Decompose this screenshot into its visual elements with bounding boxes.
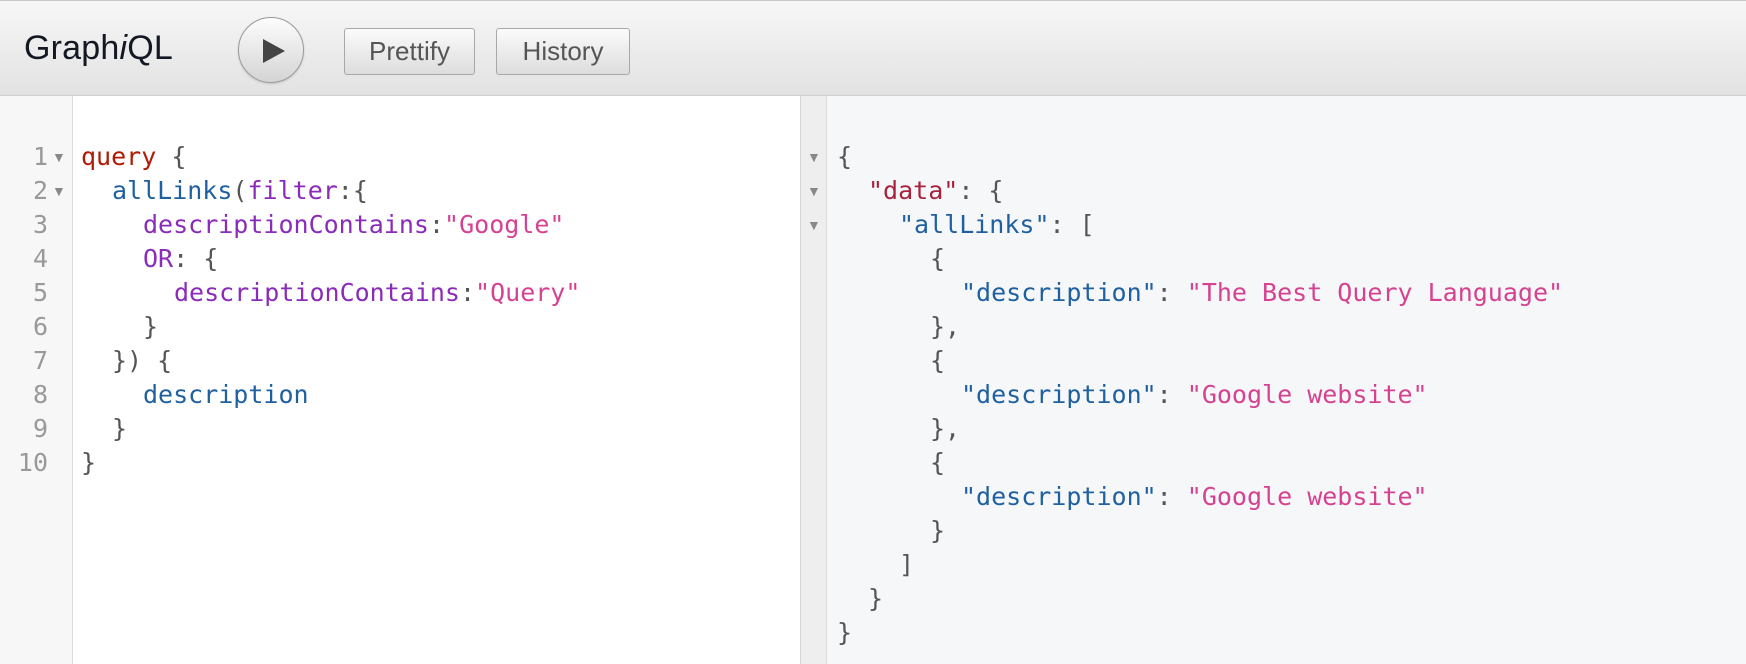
query-editor[interactable]: 1 ▼ query {2 ▼ allLinks(filter:{3 description… <box>0 96 800 664</box>
query-code-line: descriptionContains:"Query" <box>174 276 580 310</box>
query-code-line: } <box>112 412 127 446</box>
code-token: ( <box>232 176 248 205</box>
line-number: 8 <box>32 380 48 409</box>
code-token: filter <box>247 176 338 205</box>
result-code-line: ] <box>899 548 914 582</box>
prettify-button[interactable]: Prettify <box>344 28 475 75</box>
toolbar: GraphiQL Prettify History <box>0 0 1746 96</box>
logo-text-ql: QL <box>127 29 174 67</box>
code-token: } <box>837 618 853 647</box>
execute-query-button[interactable] <box>238 17 304 83</box>
result-code-line: { <box>930 344 945 378</box>
line-number: 3 <box>32 210 48 239</box>
code-token: { <box>156 142 187 171</box>
line-number: 1 <box>32 142 48 171</box>
result-code-line: "description": "Google website" <box>961 480 1428 514</box>
code-token: { <box>837 142 853 171</box>
code-token: "description" <box>961 380 1157 409</box>
code-token: }, <box>930 414 961 443</box>
result-code-line: "data": { <box>868 174 1003 208</box>
result-code-line: { <box>930 242 945 276</box>
code-token: "Google" <box>444 210 565 239</box>
code-token: } <box>81 448 97 477</box>
line-number: 10 <box>17 448 48 477</box>
result-code-line: } <box>868 582 883 616</box>
code-token: :{ <box>337 176 368 205</box>
code-token: } <box>930 516 946 545</box>
code-token: ] <box>899 550 915 579</box>
code-token: } <box>868 584 884 613</box>
code-token: : { <box>173 244 219 273</box>
code-token: query <box>81 142 157 171</box>
line-number: 4 <box>32 244 48 273</box>
result-code-line: } <box>930 514 945 548</box>
code-token: { <box>930 448 946 477</box>
result-code-line: { <box>930 446 945 480</box>
code-token: : <box>1156 380 1187 409</box>
line-number: 9 <box>32 414 48 443</box>
code-token: } <box>143 312 159 341</box>
fold-arrow-icon[interactable]: ▼ <box>807 183 821 199</box>
code-token: "description" <box>961 278 1157 307</box>
code-token: : <box>428 210 445 239</box>
graphiql-logo: GraphiQL <box>24 29 173 68</box>
result-code-line: "description": "The Best Query Language" <box>961 276 1563 310</box>
result-viewer: ▼{▼ "data": {▼ "allLinks": [{"description"… <box>807 96 1746 664</box>
code-token: : [ <box>1049 210 1095 239</box>
play-icon <box>263 39 285 63</box>
code-token: description <box>143 380 309 409</box>
code-token: descriptionContains <box>143 210 429 239</box>
fold-arrow-icon[interactable]: ▼ <box>807 217 821 233</box>
logo-text-graph: Graph <box>24 29 120 67</box>
line-number: 6 <box>32 312 48 341</box>
code-token: "Google website" <box>1186 380 1428 409</box>
code-token: allLinks <box>112 176 233 205</box>
result-code-line: } <box>837 616 852 650</box>
line-number: 2 <box>32 176 48 205</box>
code-token: : <box>1156 482 1187 511</box>
query-code-line: }) { <box>112 344 172 378</box>
query-code-line: query { <box>81 140 186 174</box>
result-code-line: }, <box>930 310 960 344</box>
code-token: "description" <box>961 482 1157 511</box>
query-code-line: OR: { <box>143 242 218 276</box>
code-token: { <box>930 244 946 273</box>
code-token: "allLinks" <box>899 210 1050 239</box>
code-token: }) { <box>112 346 173 375</box>
code-token: : { <box>958 176 1004 205</box>
query-code-line: description <box>143 378 309 412</box>
code-token: OR <box>143 244 174 273</box>
result-code-line: { <box>837 140 852 174</box>
fold-arrow-icon[interactable]: ▼ <box>807 149 821 165</box>
code-token: : <box>459 278 476 307</box>
result-code-line: "description": "Google website" <box>961 378 1428 412</box>
line-number: 5 <box>32 278 48 307</box>
code-token: descriptionContains <box>174 278 460 307</box>
query-code-line: } <box>143 310 158 344</box>
line-number: 7 <box>32 346 48 375</box>
query-code-line: allLinks(filter:{ <box>112 174 368 208</box>
fold-arrow-icon[interactable]: ▼ <box>52 149 66 165</box>
code-token: "Query" <box>475 278 581 307</box>
code-token: }, <box>930 312 961 341</box>
result-code-line: "allLinks": [ <box>899 208 1095 242</box>
fold-arrow-icon[interactable]: ▼ <box>52 183 66 199</box>
code-token: "data" <box>868 176 959 205</box>
code-token: "The Best Query Language" <box>1186 278 1564 307</box>
history-button[interactable]: History <box>496 28 630 75</box>
code-token: { <box>930 346 946 375</box>
code-token: "Google website" <box>1186 482 1428 511</box>
query-code-line: descriptionContains:"Google" <box>143 208 564 242</box>
pane-resize-handle[interactable] <box>800 96 827 664</box>
code-token: : <box>1156 278 1187 307</box>
code-token: } <box>112 414 128 443</box>
result-code-line: }, <box>930 412 960 446</box>
query-code-line: } <box>81 446 96 480</box>
